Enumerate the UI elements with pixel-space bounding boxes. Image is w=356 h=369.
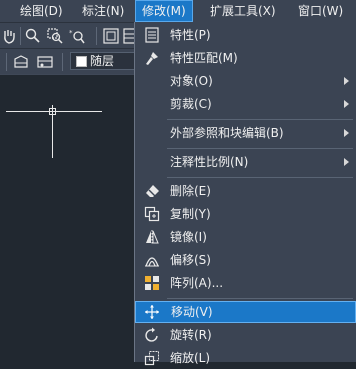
menu-item-label: 镜像(I)	[170, 230, 207, 244]
menu-item-label: 对象(O)	[170, 74, 213, 88]
menu-item-object[interactable]: 对象(O)	[135, 70, 356, 92]
match-properties-brush-icon	[144, 50, 160, 66]
color-swatch	[76, 56, 87, 67]
menu-item-erase[interactable]: 删除(E)	[135, 180, 356, 202]
color-label: 随层	[90, 54, 115, 68]
menu-item-label: 移动(V)	[171, 305, 213, 319]
zoom-realtime-icon[interactable]	[24, 27, 42, 45]
menu-item-annotation-scale[interactable]: 注释性比例(N)	[135, 151, 356, 173]
menu-item-label: 偏移(S)	[170, 253, 211, 267]
menu-window[interactable]: 窗口(W)	[298, 0, 343, 22]
menu-draw[interactable]: 绘图(D)	[20, 0, 63, 22]
menu-item-mirror[interactable]: 镜像(I)	[135, 226, 356, 248]
properties-icon	[144, 27, 160, 43]
menu-item-label: 删除(E)	[170, 184, 211, 198]
menu-extension-tools[interactable]: 扩展工具(X)	[210, 0, 276, 22]
menu-item-label: 特性匹配(M)	[170, 51, 238, 65]
menu-item-match-properties[interactable]: 特性匹配(M)	[135, 47, 356, 69]
menu-item-xref-block-edit[interactable]: 外部参照和块编辑(B)	[135, 122, 356, 144]
layer-toolbar: 随层	[0, 48, 140, 75]
menu-item-clip[interactable]: 剪裁(C)	[135, 93, 356, 115]
menu-item-scale[interactable]: 缩放(L)	[135, 347, 356, 369]
layer-state-icon[interactable]	[12, 53, 30, 71]
menu-item-offset[interactable]: 偏移(S)	[135, 249, 356, 271]
zoom-previous-icon[interactable]: *	[68, 27, 86, 45]
menu-item-move[interactable]: 移动(V)	[135, 301, 356, 323]
rotate-icon	[144, 327, 160, 343]
crosshair-pickbox	[49, 108, 56, 115]
offset-icon	[144, 252, 160, 268]
menu-separator	[167, 119, 353, 120]
grid-display-icon[interactable]	[102, 27, 120, 45]
scale-icon	[144, 350, 160, 366]
menu-item-label: 旋转(R)	[170, 328, 212, 342]
menu-item-rotate[interactable]: 旋转(R)	[135, 324, 356, 346]
drawing-canvas[interactable]	[0, 74, 136, 363]
color-select[interactable]: 随层	[70, 52, 138, 70]
menu-item-label: 外部参照和块编辑(B)	[170, 126, 284, 140]
menu-item-copy[interactable]: 复制(Y)	[135, 203, 356, 225]
menu-item-label: 剪裁(C)	[170, 97, 212, 111]
menu-dimension[interactable]: 标注(N)	[82, 0, 124, 22]
menu-item-label: 阵列(A)...	[170, 276, 224, 290]
eraser-icon	[144, 183, 160, 199]
submenu-arrow-icon	[344, 158, 349, 166]
mirror-icon	[144, 229, 160, 245]
menu-bar: 绘图(D) 标注(N) 修改(M) 扩展工具(X) 窗口(W)	[0, 0, 356, 22]
menu-modify[interactable]: 修改(M)	[135, 0, 193, 22]
submenu-arrow-icon	[344, 77, 349, 85]
menu-separator	[167, 177, 353, 178]
pan-hand-icon[interactable]	[0, 27, 18, 45]
view-toolbar: *	[0, 22, 140, 49]
svg-text:*: *	[69, 29, 73, 37]
copy-icon	[144, 206, 160, 222]
menu-item-label: 复制(Y)	[170, 207, 211, 221]
menu-item-label: 缩放(L)	[170, 351, 211, 365]
layer-manager-icon[interactable]	[36, 53, 54, 71]
menu-item-label: 注释性比例(N)	[170, 155, 249, 169]
move-icon	[144, 304, 160, 320]
zoom-window-icon[interactable]	[46, 27, 64, 45]
submenu-arrow-icon	[344, 100, 349, 108]
array-icon	[144, 275, 160, 291]
submenu-arrow-icon	[344, 129, 349, 137]
menu-item-properties[interactable]: 特性(P)	[135, 24, 356, 46]
menu-item-array[interactable]: 阵列(A)...	[135, 272, 356, 294]
menu-separator	[167, 148, 353, 149]
menu-separator	[167, 298, 353, 299]
menu-item-label: 特性(P)	[170, 28, 211, 42]
modify-dropdown-menu: 特性(P) 特性匹配(M) 对象(O) 剪裁(C) 外部参照和块编辑(B) 注释…	[134, 22, 356, 366]
